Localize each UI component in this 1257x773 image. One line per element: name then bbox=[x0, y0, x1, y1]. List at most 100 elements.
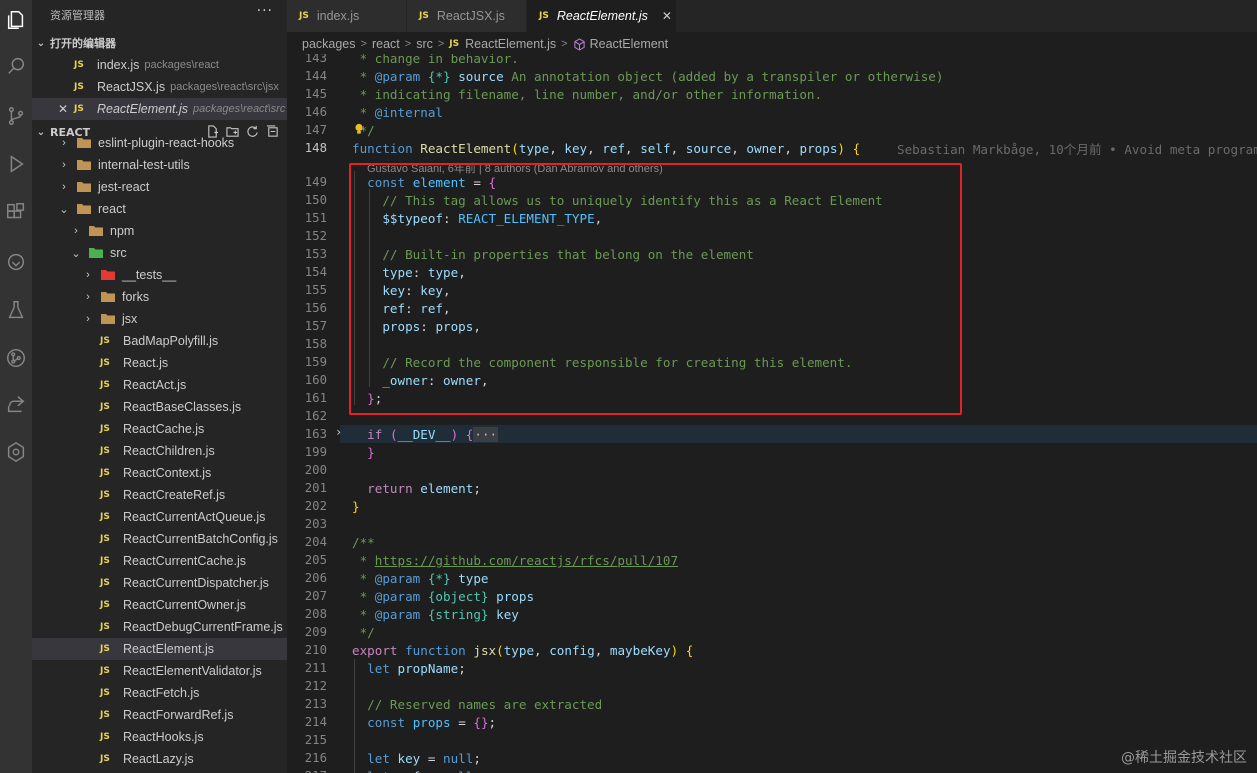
open-editor-item[interactable]: JS index.js packages\react bbox=[32, 54, 287, 76]
js-file-icon: JS bbox=[100, 358, 110, 368]
code-line[interactable]: export function jsx(type, config, maybeK… bbox=[352, 643, 693, 658]
tree-item[interactable]: JS ReactCurrentActQueue.js bbox=[32, 506, 287, 528]
js-file-icon: JS bbox=[100, 512, 110, 522]
tree-item[interactable]: › jsx bbox=[32, 308, 287, 330]
breadcrumb-item[interactable]: ReactElement bbox=[590, 37, 669, 51]
tree-item[interactable]: JS ReactHooks.js bbox=[32, 726, 287, 748]
tree-item[interactable]: JS BadMapPolyfill.js bbox=[32, 330, 287, 352]
code-line[interactable]: */ bbox=[352, 625, 375, 640]
chevron-right-icon: › bbox=[74, 225, 78, 237]
code-line[interactable]: } bbox=[352, 499, 360, 514]
live-share-icon[interactable] bbox=[0, 386, 32, 422]
tree-item[interactable]: › forks bbox=[32, 286, 287, 308]
tree-item[interactable]: ⌄ src bbox=[32, 242, 287, 264]
tree-item[interactable]: JS ReactCurrentCache.js bbox=[32, 550, 287, 572]
tree-item-label: ReactDebugCurrentFrame.js bbox=[123, 620, 283, 634]
code-line[interactable]: * @param {*} source An annotation object… bbox=[352, 69, 944, 84]
code-line[interactable]: return element; bbox=[352, 481, 481, 496]
tree-item[interactable]: JS ReactBaseClasses.js bbox=[32, 396, 287, 418]
open-editor-item[interactable]: JS ReactJSX.js packages\react\src\jsx bbox=[32, 76, 287, 98]
tree-item[interactable]: JS ReactElementValidator.js bbox=[32, 660, 287, 682]
extensions-icon[interactable] bbox=[0, 194, 32, 230]
gitlens-icon[interactable] bbox=[0, 434, 32, 470]
run-debug-icon[interactable] bbox=[0, 146, 32, 182]
tab-label: ReactJSX.js bbox=[436, 9, 505, 23]
tree-item[interactable]: › npm bbox=[32, 220, 287, 242]
open-editor-item-active[interactable]: ✕ JS ReactElement.js packages\react\src bbox=[32, 98, 287, 120]
code-line[interactable]: * indicating filename, line number, and/… bbox=[352, 87, 823, 102]
tree-item[interactable]: JS ReactLazy.js bbox=[32, 748, 287, 770]
tree-item-label: internal-test-utils bbox=[98, 158, 190, 172]
tree-item-label: ReactElementValidator.js bbox=[123, 664, 262, 678]
tree-item[interactable]: JS ReactContext.js bbox=[32, 462, 287, 484]
breadcrumb-item[interactable]: ReactElement.js bbox=[465, 37, 556, 51]
tree-item[interactable]: ⌄ react bbox=[32, 198, 287, 220]
code-line[interactable]: * https://github.com/reactjs/rfcs/pull/1… bbox=[352, 553, 678, 568]
tree-item[interactable]: JS ReactCurrentBatchConfig.js bbox=[32, 528, 287, 550]
code-line[interactable]: /** bbox=[352, 535, 375, 550]
code-token: ; bbox=[488, 715, 497, 730]
open-editors-header[interactable]: ⌄ 打开的编辑器 bbox=[32, 32, 287, 54]
tree-item-label: ReactChildren.js bbox=[123, 444, 215, 458]
tree-item[interactable]: JS ReactFetch.js bbox=[32, 682, 287, 704]
tree-item[interactable]: JS ReactCreateRef.js bbox=[32, 484, 287, 506]
tree-item[interactable]: › __tests__ bbox=[32, 264, 287, 286]
tree-item[interactable]: JS ReactElement.js bbox=[32, 638, 287, 660]
code-line[interactable]: * @param {string} key bbox=[352, 607, 519, 622]
open-editor-path: packages\react\src\jsx bbox=[170, 81, 279, 93]
tree-item[interactable]: › eslint-plugin-react-hooks bbox=[32, 132, 287, 154]
tree-item[interactable]: JS ReactAct.js bbox=[32, 374, 287, 396]
close-icon[interactable]: ✕ bbox=[54, 102, 72, 116]
tree-item-label: ReactHooks.js bbox=[123, 730, 204, 744]
code-line[interactable]: * @param {*} type bbox=[352, 571, 489, 586]
tree-item[interactable]: JS ReactForwardRef.js bbox=[32, 704, 287, 726]
code-line[interactable]: * change in behavior. bbox=[352, 54, 519, 66]
watermark: @稀土掘金技术社区 bbox=[1121, 750, 1247, 766]
code-line[interactable]: * @internal bbox=[352, 105, 443, 120]
code-editor[interactable]: 143 * change in behavior. 144 * @param {*… bbox=[287, 54, 1257, 773]
breadcrumb-item[interactable]: react bbox=[372, 37, 400, 51]
source-control-icon[interactable] bbox=[0, 98, 32, 134]
code-line[interactable]: let propName; bbox=[352, 661, 466, 676]
code-line[interactable]: * @param {object} props bbox=[352, 589, 534, 604]
tree-item[interactable]: JS ReactCurrentOwner.js bbox=[32, 594, 287, 616]
more-actions-icon[interactable]: ··· bbox=[257, 3, 273, 19]
remote-explorer-icon[interactable] bbox=[0, 244, 32, 280]
code-line[interactable]: if (__DEV__) {··· bbox=[352, 427, 499, 442]
git-graph-icon[interactable] bbox=[0, 340, 32, 376]
tab-reactelement[interactable]: JS ReactElement.js ✕ bbox=[527, 0, 677, 32]
code-line[interactable]: let ref = null; bbox=[352, 769, 481, 773]
explorer-icon[interactable] bbox=[0, 2, 32, 38]
code-line[interactable]: const props = {}; bbox=[352, 715, 496, 730]
tree-item[interactable]: JS ReactDebugCurrentFrame.js bbox=[32, 616, 287, 638]
breadcrumb-item[interactable]: packages bbox=[302, 37, 356, 51]
tree-item[interactable]: › jest-react bbox=[32, 176, 287, 198]
breadcrumb-item[interactable]: src bbox=[416, 37, 433, 51]
lightbulb-icon[interactable] bbox=[354, 123, 364, 135]
testing-icon[interactable] bbox=[0, 292, 32, 328]
code-line[interactable]: let key = null; bbox=[352, 751, 481, 766]
open-editor-name: ReactElement.js bbox=[97, 102, 189, 116]
line-number: 207 bbox=[304, 589, 327, 603]
code-token: element bbox=[420, 481, 474, 496]
folder-src-icon bbox=[88, 246, 104, 260]
tree-item[interactable]: JS ReactChildren.js bbox=[32, 440, 287, 462]
code-line[interactable]: } bbox=[352, 445, 375, 460]
tree-item[interactable]: › internal-test-utils bbox=[32, 154, 287, 176]
line-number: 214 bbox=[304, 715, 327, 729]
search-icon[interactable] bbox=[0, 48, 32, 84]
tab-reactjsx[interactable]: JS ReactJSX.js bbox=[407, 0, 527, 32]
tree-item[interactable]: JS ReactCurrentDispatcher.js bbox=[32, 572, 287, 594]
code-line[interactable]: // Reserved names are extracted bbox=[352, 697, 602, 712]
close-icon[interactable]: ✕ bbox=[662, 9, 672, 23]
code-line[interactable]: function ReactElement(type, key, ref, se… bbox=[352, 141, 860, 156]
chevron-right-icon[interactable]: › bbox=[335, 425, 342, 439]
tree-item[interactable]: JS ReactCache.js bbox=[32, 418, 287, 440]
tab-index[interactable]: JS index.js bbox=[287, 0, 407, 32]
tree-item[interactable]: JS React.js bbox=[32, 352, 287, 374]
code-token: ; bbox=[473, 751, 481, 766]
